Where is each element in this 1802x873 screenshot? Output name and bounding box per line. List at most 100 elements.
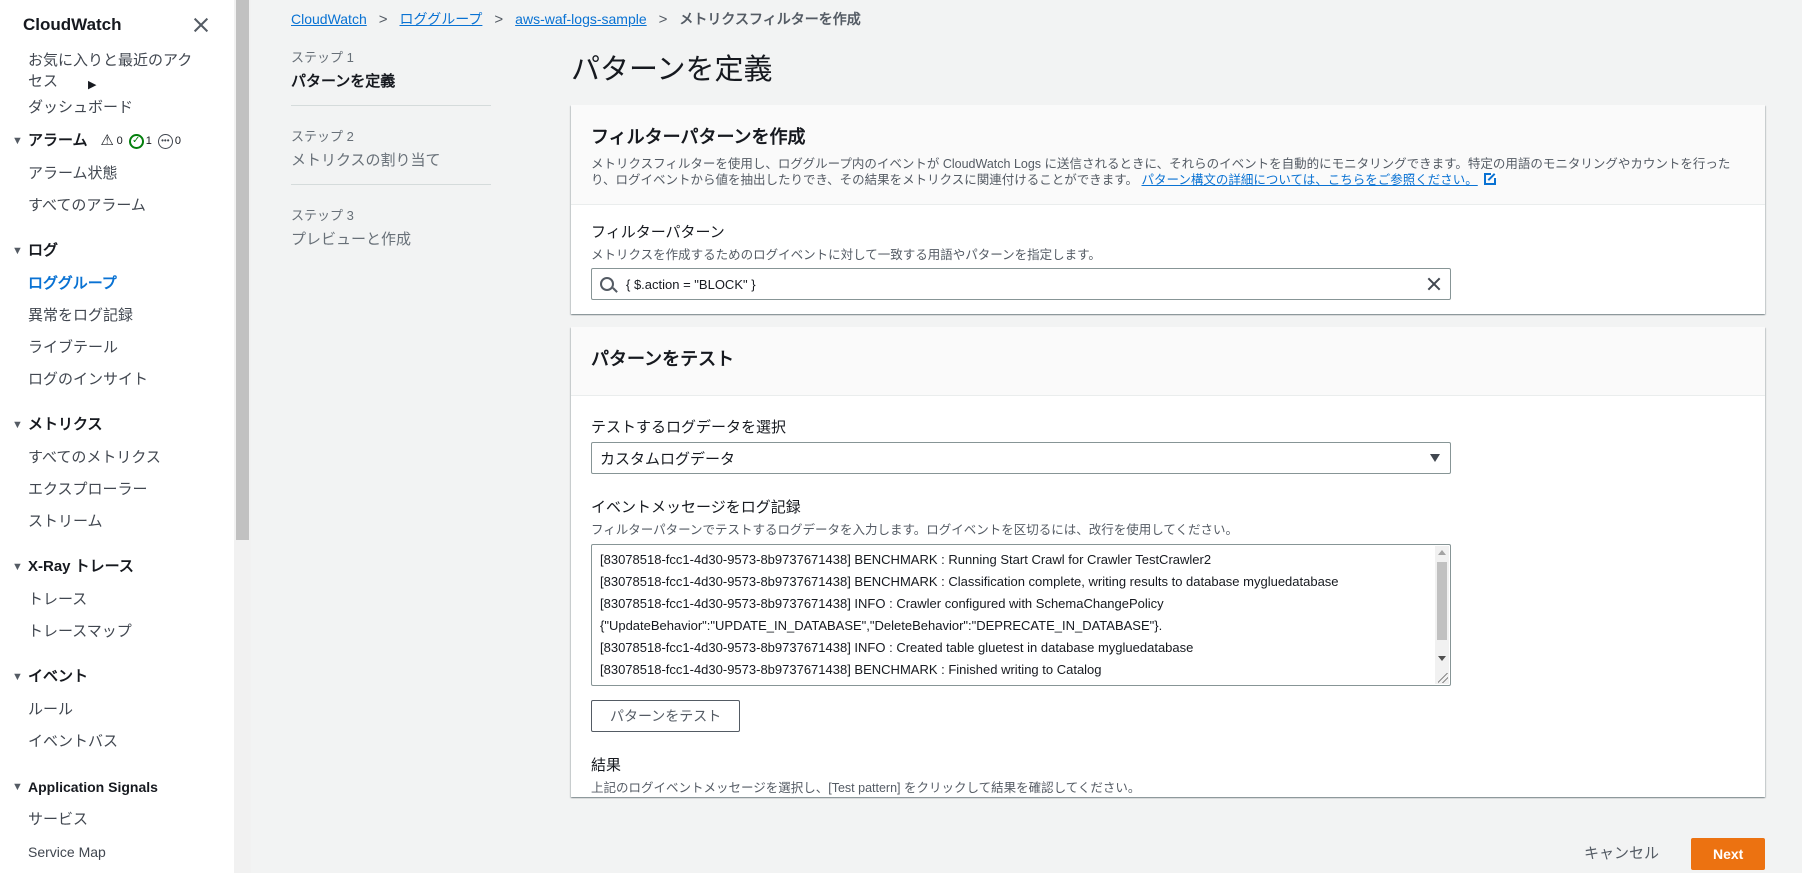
log-data-select-value: カスタムログデータ	[600, 450, 736, 468]
log-line: [83078518-fcc1-4d30-9573-8b9737671438] B…	[600, 574, 1339, 589]
sidebar-favorites-label: お気に入りと最近のアクセス	[28, 52, 193, 90]
sidebar-section-logs[interactable]: ▼ ログ	[0, 234, 234, 268]
page-title: パターンを定義	[571, 54, 773, 86]
log-line: {"UpdateBehavior":"UPDATE_IN_DATABASE","…	[600, 618, 1163, 633]
ok-count: 1	[145, 135, 152, 147]
sidebar-section-alarms[interactable]: ▼ アラーム ⚠ 0 ✓ 1 ••• 0	[0, 124, 234, 158]
panel-body: テストするログデータを選択 カスタムログデータ イベントメッセージをログ記録 フ…	[571, 396, 1765, 814]
section-label: アラーム	[28, 132, 88, 149]
sidebar-item-explorer[interactable]: エクスプローラー	[0, 474, 234, 506]
sidebar-item-traces[interactable]: トレース	[0, 584, 234, 616]
sidebar-item-services[interactable]: サービス	[0, 804, 234, 836]
alarm-count: 0	[116, 135, 123, 147]
caret-down-icon: ▼	[12, 671, 23, 683]
filter-pattern-value[interactable]: { $.action = "BLOCK" }	[626, 277, 1426, 292]
sidebar-item-streams[interactable]: ストリーム	[0, 506, 234, 538]
scroll-up-icon[interactable]	[1438, 550, 1446, 555]
sidebar-item-service-map[interactable]: Service Map	[0, 836, 234, 868]
panel-description: メトリクスフィルターを使用し、ロググループ内のイベントが CloudWatch …	[591, 156, 1745, 188]
caret-down-icon: ▼	[12, 135, 23, 147]
chevron-right-icon: >	[378, 10, 388, 28]
filter-pattern-input[interactable]: { $.action = "BLOCK" }	[591, 268, 1451, 300]
sidebar-item-all-alarms[interactable]: すべてのアラーム	[0, 190, 234, 222]
log-data-select[interactable]: カスタムログデータ	[591, 442, 1451, 474]
panel-title: フィルターパターンを作成	[591, 127, 806, 147]
log-line: [83078518-fcc1-4d30-9573-8b9737671438] I…	[600, 640, 1194, 655]
caret-down-icon	[1430, 454, 1440, 462]
sidebar-item-logs-insights[interactable]: ログのインサイト	[0, 364, 234, 396]
textarea-scrollbar[interactable]	[1435, 546, 1449, 684]
sidebar-section-metrics[interactable]: ▼ メトリクス	[0, 408, 234, 442]
log-line: [83078518-fcc1-4d30-9573-8b9737671438] B…	[600, 662, 1102, 677]
chevron-right-icon: >	[658, 10, 668, 28]
breadcrumb-current: メトリクスフィルターを作成	[679, 11, 861, 27]
cancel-button[interactable]: キャンセル	[1574, 838, 1669, 870]
sidebar-section-xray[interactable]: ▼ X-Ray トレース	[0, 550, 234, 584]
log-events-textarea[interactable]: [83078518-fcc1-4d30-9573-8b9737671438] B…	[591, 544, 1451, 686]
sidebar-item-all-metrics[interactable]: すべてのメトリクス	[0, 442, 234, 474]
sidebar-item-event-bus[interactable]: イベントバス	[0, 726, 234, 758]
results-description: 上記のログイベントメッセージを選択し、[Test pattern] をクリックし…	[591, 781, 1141, 795]
sidebar-scrollbar[interactable]	[234, 0, 251, 873]
scroll-down-icon[interactable]	[1438, 656, 1446, 661]
ellipsis-icon: •••	[157, 133, 173, 149]
wizard-step-1: ステップ 1 パターンを定義	[291, 47, 491, 106]
scrollbar-thumb[interactable]	[236, 0, 249, 540]
results-label: 結果	[591, 757, 622, 774]
sidebar-item-log-groups[interactable]: ロググループ	[0, 268, 234, 300]
panel-title: パターンをテスト	[591, 349, 735, 369]
sidebar-item-alarm-state[interactable]: アラーム状態	[0, 158, 234, 190]
section-label: ログ	[28, 242, 59, 259]
caret-down-icon: ▼	[12, 781, 23, 793]
caret-down-icon: ▼	[12, 245, 23, 257]
pattern-syntax-link[interactable]: パターン構文の詳細については、こちらをご参照ください。	[1142, 173, 1478, 187]
chevron-right-icon: >	[494, 10, 504, 28]
close-icon[interactable]	[191, 15, 211, 35]
sidebar-section-events[interactable]: ▼ イベント	[0, 660, 234, 694]
sidebar-favorites[interactable]: お気に入りと最近のアクセス ▶	[0, 50, 234, 92]
filter-pattern-panel: フィルターパターンを作成 メトリクスフィルターを使用し、ロググループ内のイベント…	[571, 105, 1765, 314]
footer-actions: キャンセル Next	[1574, 838, 1765, 870]
sidebar-item-log-anomalies[interactable]: 異常をログ記録	[0, 300, 234, 332]
filter-pattern-label: フィルターパターン	[591, 224, 725, 241]
wizard-steps: ステップ 1 パターンを定義 ステップ 2 メトリクスの割り当て ステップ 3 …	[291, 47, 491, 283]
step-name: パターンを定義	[291, 73, 396, 90]
step-number: ステップ 1	[291, 50, 354, 65]
section-label: メトリクス	[28, 416, 103, 433]
step-name: メトリクスの割り当て	[291, 152, 441, 169]
caret-down-icon: ▼	[12, 561, 23, 573]
insufficient-count: 0	[174, 135, 181, 147]
sidebar: CloudWatch お気に入りと最近のアクセス ▶ ダッシュボード ▼ アラー…	[0, 0, 234, 873]
wizard-step-2: ステップ 2 メトリクスの割り当て	[291, 126, 491, 185]
next-button[interactable]: Next	[1691, 838, 1765, 870]
expand-triangle-icon[interactable]: ▶	[88, 75, 96, 96]
sidebar-section-application-signals[interactable]: ▼ Application Signals	[0, 770, 234, 804]
external-link-icon[interactable]	[1483, 172, 1497, 185]
sidebar-item-live-tail[interactable]: ライブテール	[0, 332, 234, 364]
scrollbar-thumb[interactable]	[1437, 562, 1447, 640]
test-pattern-button[interactable]: パターンをテスト	[591, 700, 741, 732]
wizard-step-3: ステップ 3 プレビューと作成	[291, 205, 491, 263]
step-number: ステップ 3	[291, 208, 354, 223]
sidebar-item-dashboard[interactable]: ダッシュボード	[0, 92, 234, 124]
sidebar-item-trace-map[interactable]: トレースマップ	[0, 616, 234, 648]
breadcrumb-log-group[interactable]: aws-waf-logs-sample	[515, 11, 646, 27]
sidebar-title[interactable]: CloudWatch	[23, 15, 122, 35]
clear-icon[interactable]	[1426, 276, 1442, 292]
sidebar-item-rules[interactable]: ルール	[0, 694, 234, 726]
check-icon: ✓	[128, 133, 144, 149]
step-number: ステップ 2	[291, 129, 354, 144]
section-label: Application Signals	[28, 779, 158, 795]
panel-header: フィルターパターンを作成 メトリクスフィルターを使用し、ロググループ内のイベント…	[571, 105, 1765, 205]
breadcrumb-log-groups[interactable]: ロググループ	[400, 9, 483, 29]
log-events-description: フィルターパターンでテストするログデータを入力します。ログイベントを区切るには、…	[591, 523, 1239, 537]
resize-handle-icon[interactable]	[1438, 673, 1448, 683]
alarm-counts: ⚠ 0 ✓ 1 ••• 0	[96, 124, 181, 158]
step-name: プレビューと作成	[291, 231, 412, 248]
warning-icon: ⚠	[100, 132, 114, 149]
breadcrumb-cloudwatch[interactable]: CloudWatch	[291, 11, 367, 27]
section-label: X-Ray トレース	[28, 558, 134, 575]
main-content: CloudWatch > ロググループ > aws-waf-logs-sampl…	[251, 0, 1802, 873]
log-data-select-label: テストするログデータを選択	[591, 419, 787, 436]
log-events-content[interactable]: [83078518-fcc1-4d30-9573-8b9737671438] B…	[592, 545, 1450, 681]
